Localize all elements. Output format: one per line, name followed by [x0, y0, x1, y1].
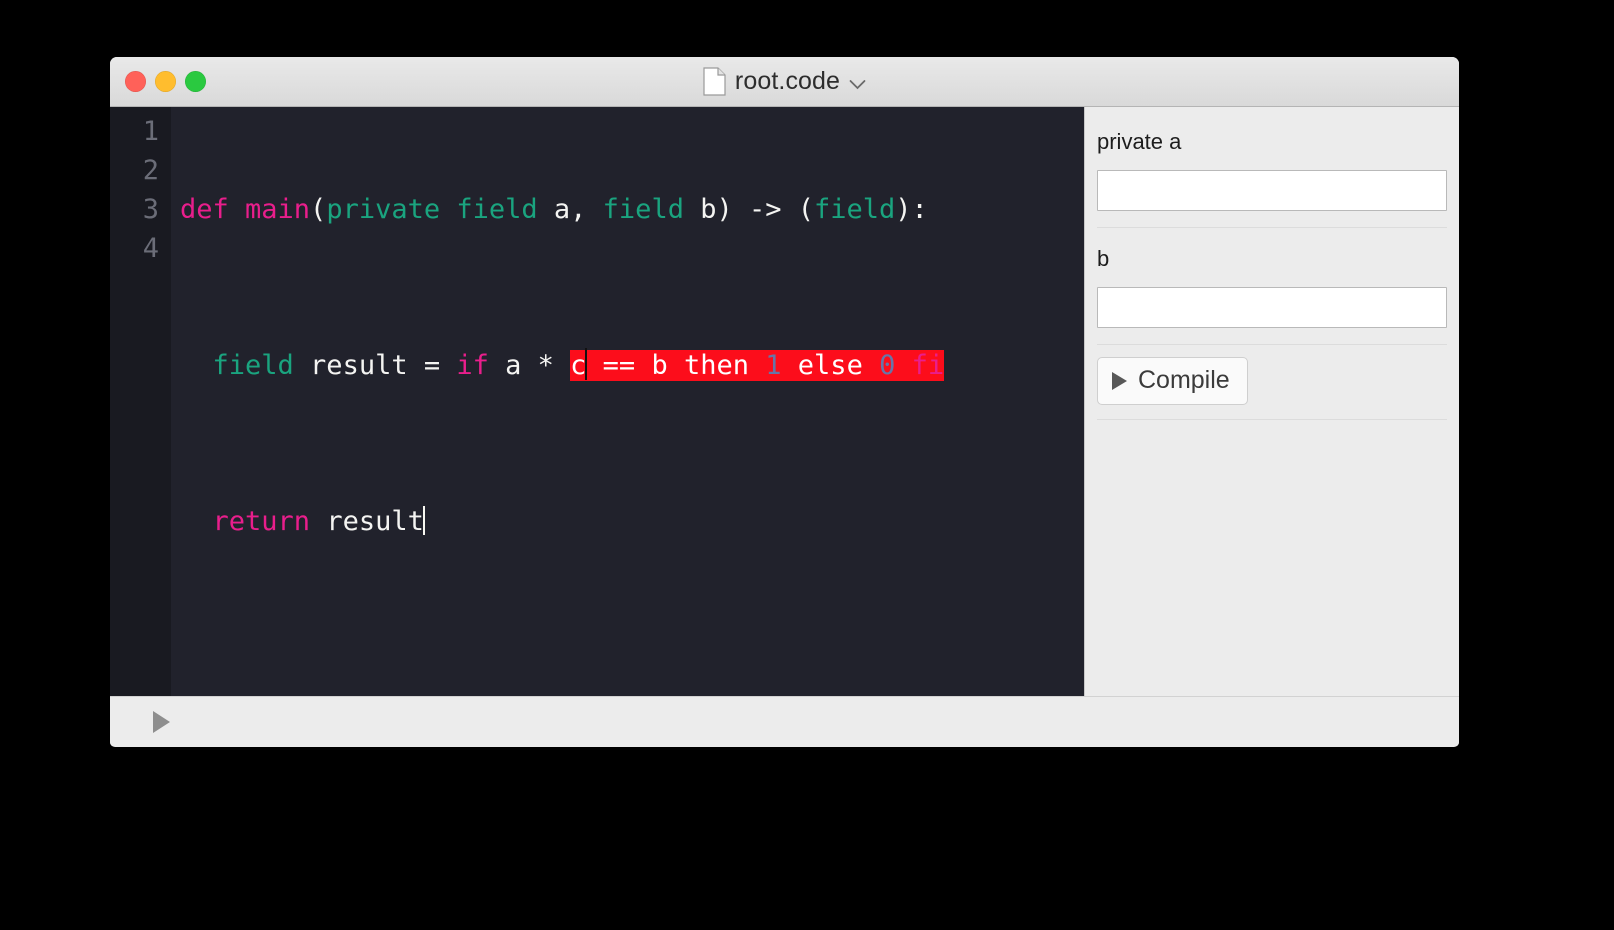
code-line-1: def main(private field a, field b) -> (f…	[180, 190, 1084, 229]
token: == b	[586, 350, 684, 381]
token: 0	[879, 350, 896, 381]
text-caret	[422, 506, 425, 535]
play-triangle-icon[interactable]	[153, 710, 170, 733]
window-title: root.code	[734, 67, 841, 95]
compile-button-label: Compile	[1138, 366, 1230, 394]
play-triangle-icon	[1112, 371, 1127, 390]
field-group-b: b	[1097, 228, 1447, 345]
token: result =	[293, 350, 457, 381]
token: field	[602, 194, 684, 225]
field-label-b: b	[1097, 246, 1110, 271]
line-number: 3	[142, 194, 159, 225]
field-group-private-a: private a	[1097, 107, 1447, 228]
token: 1	[765, 350, 782, 381]
code-line-3: return result	[180, 502, 1084, 541]
title-bar[interactable]: root.code	[110, 57, 1459, 107]
bottom-bar	[110, 696, 1459, 746]
token: field	[814, 194, 896, 225]
code-editor[interactable]: 1 2 3 4 def main(private field a, field …	[110, 107, 1084, 696]
code-line-2: field result = if a * c == b then 1 else…	[180, 346, 1084, 385]
title-bar-center: root.code	[110, 57, 1459, 106]
token: field	[212, 350, 294, 381]
token: fi	[911, 350, 945, 381]
token: ):	[895, 194, 928, 225]
token: c	[570, 350, 587, 381]
code-content[interactable]: def main(private field a, field b) -> (f…	[171, 107, 1084, 696]
app-window: root.code 1 2 3 4 def main(private field…	[110, 57, 1459, 747]
token: return	[212, 506, 311, 537]
traffic-light-group	[125, 71, 206, 92]
document-icon	[703, 67, 726, 96]
input-b[interactable]	[1097, 287, 1447, 328]
maximize-window-button[interactable]	[185, 71, 206, 92]
token: else	[797, 350, 863, 381]
line-number: 2	[142, 155, 159, 186]
compile-row: Compile	[1097, 345, 1447, 420]
token: (	[310, 194, 327, 225]
line-number: 1	[142, 116, 159, 147]
line-number: 4	[142, 233, 159, 264]
token: then	[683, 350, 749, 381]
token: if	[456, 350, 489, 381]
token: b) -> (	[683, 194, 814, 225]
line-number-gutter: 1 2 3 4	[110, 107, 171, 696]
token: a,	[537, 194, 603, 225]
token: private field	[326, 194, 538, 225]
window-body: 1 2 3 4 def main(private field a, field …	[110, 107, 1459, 696]
token: def main	[180, 194, 311, 225]
token: result	[310, 506, 424, 537]
arguments-sidebar: private a b Compile	[1084, 107, 1459, 696]
input-private-a[interactable]	[1097, 170, 1447, 211]
field-label-private-a: private a	[1097, 129, 1182, 154]
compile-button[interactable]: Compile	[1097, 357, 1248, 405]
error-highlight-region: c == b then 1 else 0 fi	[570, 348, 945, 381]
minimize-window-button[interactable]	[155, 71, 176, 92]
close-window-button[interactable]	[125, 71, 146, 92]
token: a *	[488, 350, 571, 381]
chevron-down-icon[interactable]	[849, 79, 866, 90]
